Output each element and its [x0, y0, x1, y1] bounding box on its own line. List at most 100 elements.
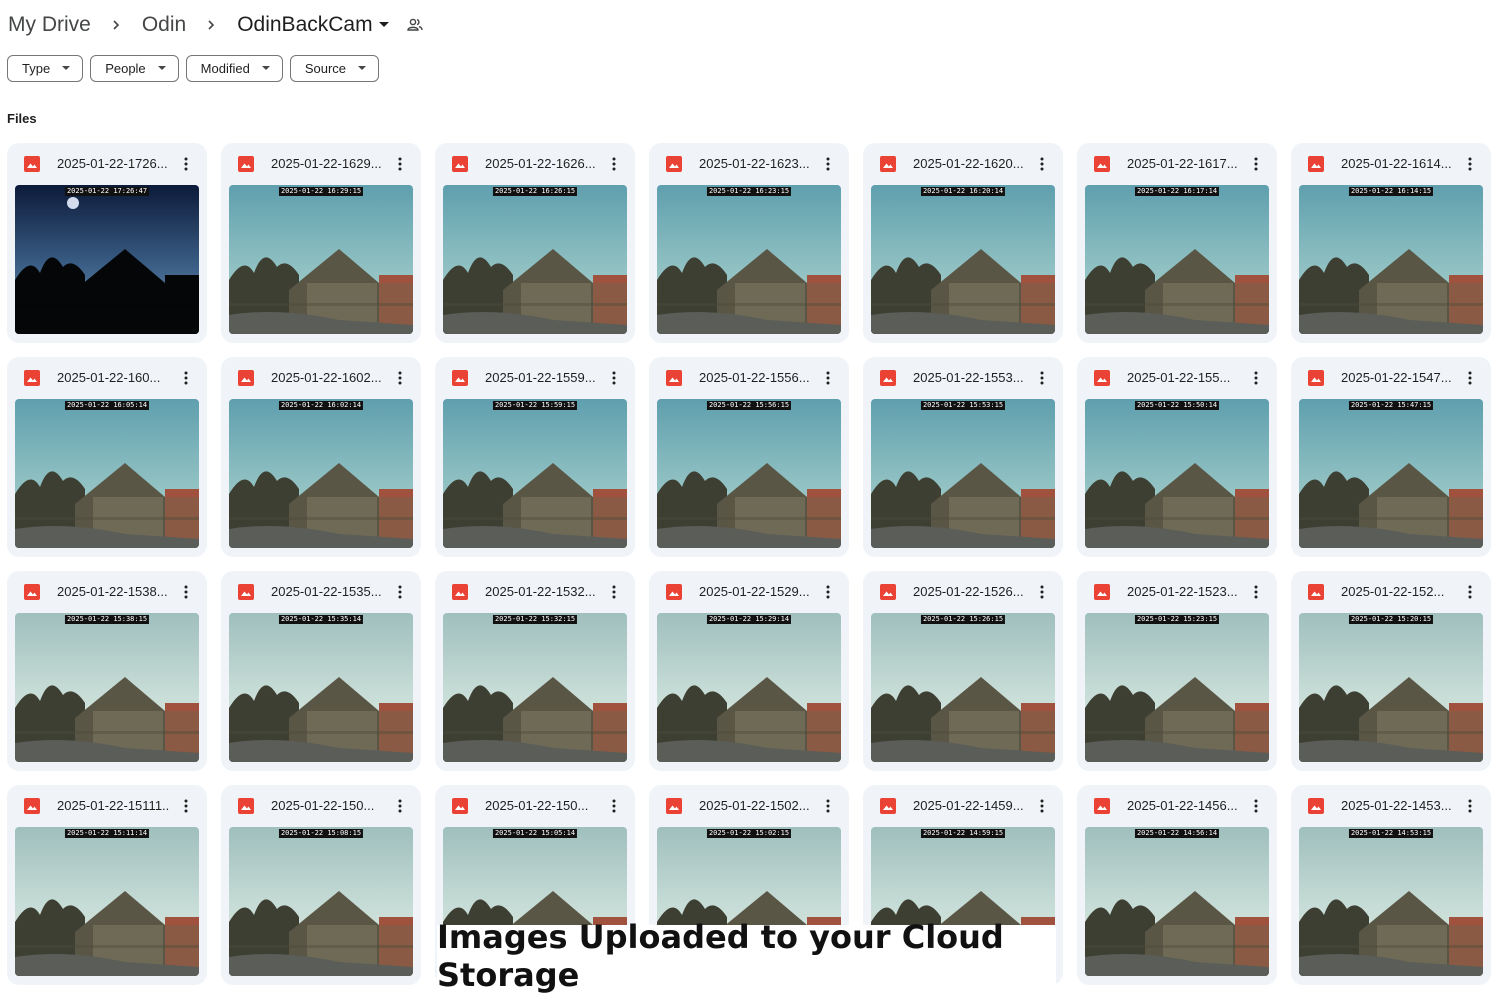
file-card[interactable]: 2025-01-22-1453... 2025-01-22 14:53:15	[1291, 785, 1491, 985]
image-file-icon	[880, 584, 896, 600]
more-actions-icon[interactable]	[1033, 796, 1051, 816]
more-actions-icon[interactable]	[819, 154, 837, 174]
image-thumbnail[interactable]: 2025-01-22 15:35:14	[229, 613, 413, 762]
filter-people-chip[interactable]: People	[90, 55, 179, 82]
filter-type-chip[interactable]: Type	[7, 55, 84, 82]
timestamp-overlay: 2025-01-22 16:23:15	[706, 187, 792, 196]
file-card[interactable]: 2025-01-22-1559... 2025-01-22 15:59:15	[435, 357, 635, 557]
more-actions-icon[interactable]	[605, 368, 623, 388]
file-card[interactable]: 2025-01-22-1526... 2025-01-22 15:26:15	[863, 571, 1063, 771]
more-actions-icon[interactable]	[1461, 368, 1479, 388]
file-card[interactable]: 2025-01-22-1456... 2025-01-22 14:56:14	[1077, 785, 1277, 985]
file-card[interactable]: 2025-01-22-155... 2025-01-22 15:50:14	[1077, 357, 1277, 557]
more-actions-icon[interactable]	[391, 368, 409, 388]
image-thumbnail[interactable]: 2025-01-22 16:05:14	[15, 399, 199, 548]
more-actions-icon[interactable]	[605, 154, 623, 174]
image-thumbnail[interactable]: 2025-01-22 16:23:15	[657, 185, 841, 334]
more-actions-icon[interactable]	[177, 796, 195, 816]
image-thumbnail[interactable]: 2025-01-22 16:29:15	[229, 185, 413, 334]
more-actions-icon[interactable]	[1033, 368, 1051, 388]
timestamp-overlay: 2025-01-22 17:26:47	[64, 187, 150, 196]
image-thumbnail[interactable]: 2025-01-22 15:38:15	[15, 613, 199, 762]
image-file-icon	[238, 584, 254, 600]
file-card[interactable]: 2025-01-22-1617... 2025-01-22 16:17:14	[1077, 143, 1277, 343]
more-actions-icon[interactable]	[1461, 154, 1479, 174]
more-actions-icon[interactable]	[1033, 582, 1051, 602]
file-name: 2025-01-22-1532...	[485, 584, 596, 599]
more-actions-icon[interactable]	[1247, 368, 1265, 388]
file-card[interactable]: 2025-01-22-1553... 2025-01-22 15:53:15	[863, 357, 1063, 557]
more-actions-icon[interactable]	[1247, 796, 1265, 816]
image-thumbnail[interactable]: 2025-01-22 15:47:15	[1299, 399, 1483, 548]
file-card[interactable]: 2025-01-22-1614... 2025-01-22 16:14:15	[1291, 143, 1491, 343]
file-card[interactable]: 2025-01-22-1626... 2025-01-22 16:26:15	[435, 143, 635, 343]
image-thumbnail[interactable]: 2025-01-22 16:26:15	[443, 185, 627, 334]
image-thumbnail[interactable]: 2025-01-22 16:20:14	[871, 185, 1055, 334]
more-actions-icon[interactable]	[391, 796, 409, 816]
image-thumbnail[interactable]: 2025-01-22 14:56:14	[1085, 827, 1269, 976]
more-actions-icon[interactable]	[177, 368, 195, 388]
image-thumbnail[interactable]: 2025-01-22 16:14:15	[1299, 185, 1483, 334]
timestamp-overlay: 2025-01-22 15:35:14	[278, 615, 364, 624]
image-file-icon	[880, 798, 896, 814]
file-card[interactable]: 2025-01-22-1726... 2025-01-22 17:26:47	[7, 143, 207, 343]
image-file-icon	[24, 584, 40, 600]
image-thumbnail[interactable]: 2025-01-22 15:53:15	[871, 399, 1055, 548]
file-card[interactable]: 2025-01-22-1623... 2025-01-22 16:23:15	[649, 143, 849, 343]
file-card[interactable]: 2025-01-22-15111... 2025-01-22 15:11:14	[7, 785, 207, 985]
more-actions-icon[interactable]	[1461, 582, 1479, 602]
image-thumbnail[interactable]: 2025-01-22 16:02:14	[229, 399, 413, 548]
more-actions-icon[interactable]	[819, 368, 837, 388]
image-thumbnail[interactable]: 2025-01-22 15:56:15	[657, 399, 841, 548]
image-thumbnail[interactable]: 2025-01-22 15:08:15	[229, 827, 413, 976]
more-actions-icon[interactable]	[391, 154, 409, 174]
file-card[interactable]: 2025-01-22-1538... 2025-01-22 15:38:15	[7, 571, 207, 771]
file-name: 2025-01-22-1620...	[913, 156, 1024, 171]
image-thumbnail[interactable]: 2025-01-22 15:11:14	[15, 827, 199, 976]
more-actions-icon[interactable]	[819, 582, 837, 602]
breadcrumb-my-drive[interactable]: My Drive	[8, 13, 91, 37]
more-actions-icon[interactable]	[1033, 154, 1051, 174]
image-thumbnail[interactable]: 2025-01-22 15:26:15	[871, 613, 1055, 762]
file-card[interactable]: 2025-01-22-1532... 2025-01-22 15:32:15	[435, 571, 635, 771]
image-file-icon	[452, 370, 468, 386]
file-name: 2025-01-22-15111...	[57, 798, 169, 813]
image-thumbnail[interactable]: 2025-01-22 16:17:14	[1085, 185, 1269, 334]
more-actions-icon[interactable]	[1247, 154, 1265, 174]
chevron-right-icon	[110, 19, 122, 31]
file-card[interactable]: 2025-01-22-150... 2025-01-22 15:08:15	[221, 785, 421, 985]
more-actions-icon[interactable]	[605, 796, 623, 816]
image-thumbnail[interactable]: 2025-01-22 14:53:15	[1299, 827, 1483, 976]
image-thumbnail[interactable]: 2025-01-22 15:50:14	[1085, 399, 1269, 548]
image-thumbnail[interactable]: 2025-01-22 15:29:14	[657, 613, 841, 762]
file-card[interactable]: 2025-01-22-160... 2025-01-22 16:05:14	[7, 357, 207, 557]
image-thumbnail[interactable]: 2025-01-22 15:23:15	[1085, 613, 1269, 762]
breadcrumb-current-folder[interactable]: OdinBackCam	[237, 13, 372, 37]
filter-modified-chip[interactable]: Modified	[185, 55, 283, 82]
more-actions-icon[interactable]	[1247, 582, 1265, 602]
image-file-icon	[880, 156, 896, 172]
file-card[interactable]: 2025-01-22-1629... 2025-01-22 16:29:15	[221, 143, 421, 343]
file-card[interactable]: 2025-01-22-1556... 2025-01-22 15:56:15	[649, 357, 849, 557]
more-actions-icon[interactable]	[177, 582, 195, 602]
file-card[interactable]: 2025-01-22-1547... 2025-01-22 15:47:15	[1291, 357, 1491, 557]
image-thumbnail[interactable]: 2025-01-22 15:32:15	[443, 613, 627, 762]
caret-down-icon[interactable]	[378, 22, 389, 28]
breadcrumb-odin[interactable]: Odin	[142, 13, 186, 37]
image-thumbnail[interactable]: 2025-01-22 15:59:15	[443, 399, 627, 548]
file-name: 2025-01-22-1538...	[57, 584, 168, 599]
file-card[interactable]: 2025-01-22-1602... 2025-01-22 16:02:14	[221, 357, 421, 557]
file-card[interactable]: 2025-01-22-1535... 2025-01-22 15:35:14	[221, 571, 421, 771]
more-actions-icon[interactable]	[605, 582, 623, 602]
file-card[interactable]: 2025-01-22-1523... 2025-01-22 15:23:15	[1077, 571, 1277, 771]
more-actions-icon[interactable]	[177, 154, 195, 174]
filter-source-chip[interactable]: Source	[289, 55, 380, 82]
file-card[interactable]: 2025-01-22-1620... 2025-01-22 16:20:14	[863, 143, 1063, 343]
file-card[interactable]: 2025-01-22-152... 2025-01-22 15:20:15	[1291, 571, 1491, 771]
image-thumbnail[interactable]: 2025-01-22 15:20:15	[1299, 613, 1483, 762]
more-actions-icon[interactable]	[1461, 796, 1479, 816]
more-actions-icon[interactable]	[819, 796, 837, 816]
file-card[interactable]: 2025-01-22-1529... 2025-01-22 15:29:14	[649, 571, 849, 771]
more-actions-icon[interactable]	[391, 582, 409, 602]
image-thumbnail[interactable]: 2025-01-22 17:26:47	[15, 185, 199, 334]
